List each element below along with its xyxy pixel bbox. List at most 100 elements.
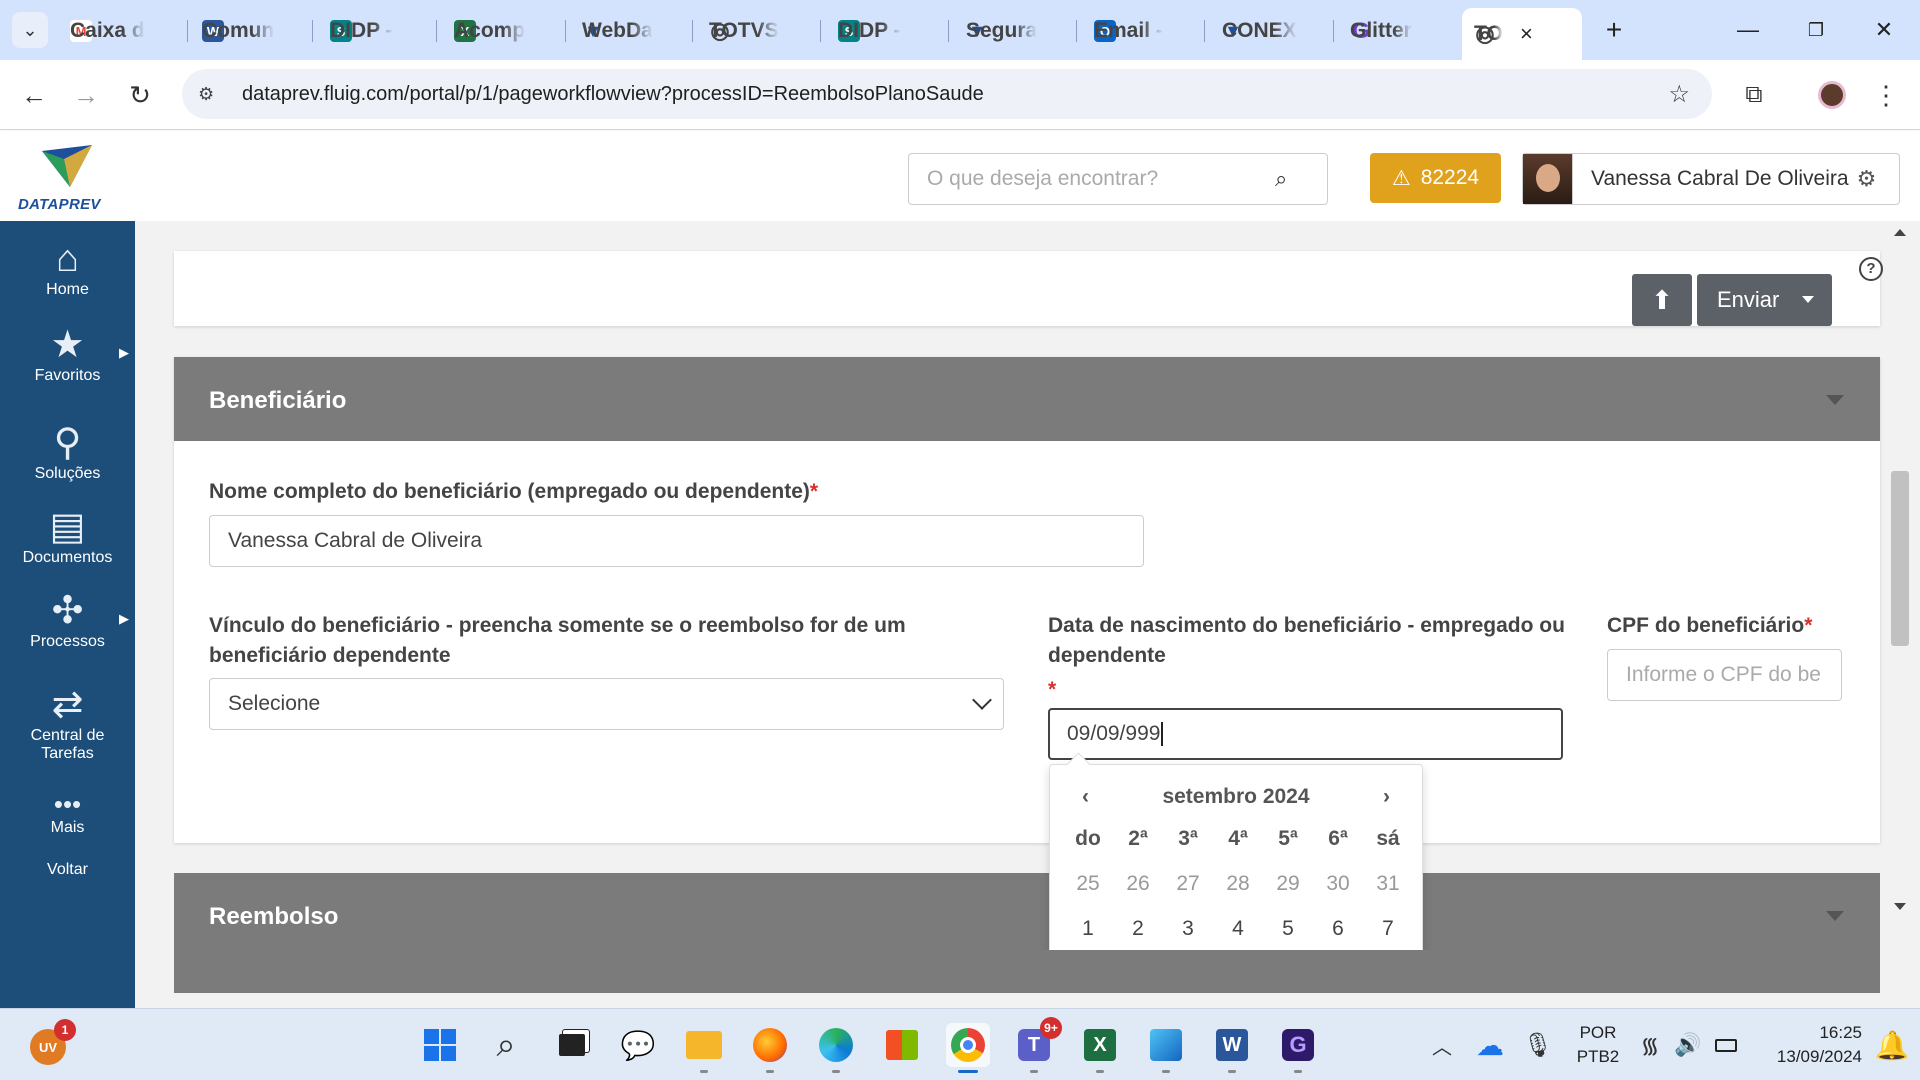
edge-button[interactable] [814, 1023, 858, 1073]
bookmark-star-icon[interactable]: ☆ [1668, 80, 1690, 109]
microphone-button[interactable]: 🎙 [1516, 1023, 1560, 1067]
extensions-button[interactable]: ⧉ [1732, 73, 1776, 117]
glitter-button[interactable]: G [1276, 1023, 1320, 1073]
help-icon[interactable]: ? [1859, 257, 1883, 281]
datepicker-day[interactable]: 5 [1263, 917, 1313, 941]
scroll-top-button[interactable]: ⬆ [1632, 274, 1692, 326]
caret-down-icon[interactable] [1802, 296, 1814, 303]
notifications-button[interactable]: 🔔 [1870, 1023, 1914, 1067]
collapse-chevron-icon[interactable] [1826, 911, 1844, 921]
datepicker-day[interactable]: 29 [1263, 872, 1313, 896]
cpf-input[interactable]: Informe o CPF do be [1607, 649, 1842, 701]
store-button[interactable] [880, 1023, 924, 1067]
datepicker-day[interactable]: 27 [1163, 872, 1213, 896]
browser-tab[interactable]: ◎ TOTVS [697, 10, 812, 52]
language-indicator[interactable]: POR PTB2 [1568, 1021, 1628, 1069]
clock[interactable]: 16:25 13/09/2024 [1752, 1021, 1862, 1069]
microphone-icon: 🎙 [1522, 1031, 1554, 1059]
word-button[interactable]: W [1210, 1023, 1254, 1073]
content-scrollbar[interactable] [1888, 221, 1912, 921]
alerts-button[interactable]: ⚠ 82224 [1370, 153, 1501, 203]
url-text[interactable]: dataprev.fluig.com/portal/p/1/pageworkfl… [242, 83, 984, 106]
datepicker-day[interactable]: 1 [1063, 917, 1113, 941]
datepicker-day[interactable]: 28 [1213, 872, 1263, 896]
browser-tab[interactable]: S DIDP - [826, 10, 941, 52]
datepicker-day[interactable]: 6 [1313, 917, 1363, 941]
close-window-button[interactable]: ✕ [1856, 10, 1912, 50]
start-button[interactable] [418, 1023, 462, 1067]
browser-tab[interactable]: X Acomp [442, 10, 562, 52]
datepicker-day[interactable]: 2 [1113, 917, 1163, 941]
firefox-button[interactable] [748, 1023, 792, 1073]
search-icon[interactable]: ⌕ [1275, 166, 1287, 192]
dataprev-logo[interactable]: DATAPREV [18, 143, 114, 213]
browser-tab[interactable]: G Glitter [1338, 10, 1456, 52]
nome-field[interactable]: Vanessa Cabral de Oliveira [209, 515, 1144, 567]
task-view-button[interactable] [550, 1023, 594, 1067]
datepicker-day[interactable]: 7 [1363, 917, 1413, 941]
browser-tab[interactable]: ▼ CONEX [1210, 10, 1330, 52]
onedrive-button[interactable]: ☁ [1468, 1023, 1512, 1067]
teams-button[interactable]: T 9+ [1012, 1017, 1062, 1073]
address-bar[interactable]: ⚙ dataprev.fluig.com/portal/p/1/pagework… [182, 69, 1712, 119]
scroll-thumb[interactable] [1891, 471, 1909, 646]
sidebar-item-solucoes[interactable]: ⚲ Soluções [0, 421, 135, 483]
user-widget-button[interactable]: UV 1 [26, 1019, 76, 1069]
battery-button[interactable] [1704, 1023, 1748, 1067]
datepicker-day[interactable]: 30 [1313, 872, 1363, 896]
browser-tab[interactable]: O Email - [1082, 10, 1202, 52]
restore-button[interactable]: ❐ [1788, 10, 1844, 50]
sidebar-item-favoritos[interactable]: ★ Favoritos ▶ [0, 323, 135, 385]
send-button[interactable]: Enviar [1697, 274, 1832, 326]
sidebar-item-documentos[interactable]: ▤ Documentos [0, 505, 135, 567]
browser-menu-button[interactable]: ⋮ [1864, 73, 1908, 117]
back-button[interactable]: ← [12, 73, 56, 117]
search-input[interactable] [909, 167, 1269, 191]
sidebar-item-voltar[interactable]: Voltar [0, 861, 135, 879]
reembolso-panel-header[interactable]: Reembolso [174, 873, 1880, 993]
new-tab-button[interactable]: + [1586, 10, 1642, 50]
sidebar-item-home[interactable]: ⌂ Home [0, 237, 135, 299]
beneficiario-panel-header[interactable]: Beneficiário [174, 357, 1880, 441]
sidebar-item-central-tarefas[interactable]: ⇄ Central de Tarefas [0, 683, 135, 763]
chrome-button[interactable] [946, 1023, 990, 1073]
browser-tab[interactable]: M Caixa d [58, 10, 198, 52]
search-icon: ⌕ [496, 1025, 516, 1064]
reload-button[interactable]: ↻ [118, 73, 162, 117]
user-menu[interactable]: Vanessa Cabral De Oliveira ⚙ [1522, 153, 1900, 205]
datepicker-day[interactable]: 3 [1163, 917, 1213, 941]
tab-search-button[interactable]: ⌄ [12, 12, 48, 48]
sidebar-item-label: Processos [30, 633, 105, 650]
vinculo-select[interactable]: Selecione [209, 678, 1004, 730]
file-explorer-button[interactable] [682, 1023, 726, 1073]
scroll-down-icon[interactable] [1894, 903, 1906, 910]
profile-button[interactable] [1810, 73, 1854, 117]
datepicker-month[interactable]: setembro 2024 [1050, 785, 1422, 809]
browser-tab-active[interactable]: ◎ TO × [1462, 8, 1582, 60]
excel-button[interactable]: X [1078, 1023, 1122, 1073]
scroll-up-icon[interactable] [1894, 229, 1906, 236]
datepicker-day[interactable]: 25 [1063, 872, 1113, 896]
minimize-button[interactable]: — [1720, 10, 1776, 50]
nascimento-date-input[interactable]: 09/09/999 [1048, 708, 1563, 760]
close-tab-icon[interactable]: × [1520, 21, 1533, 47]
tray-overflow-button[interactable]: ︿ [1420, 1023, 1464, 1067]
datepicker-day[interactable]: 26 [1113, 872, 1163, 896]
teams-chat-button[interactable]: 💬 [616, 1023, 660, 1067]
forward-button[interactable]: → [64, 73, 108, 117]
datepicker-day[interactable]: 4 [1213, 917, 1263, 941]
sidebar-item-processos[interactable]: ✣ Processos ▶ [0, 589, 135, 651]
datepicker-day[interactable]: 31 [1363, 872, 1413, 896]
sidebar-item-mais[interactable]: ••• Mais [0, 789, 135, 837]
taskbar-search-button[interactable]: ⌕ [484, 1023, 528, 1067]
browser-tab[interactable]: ▼ WebDa [570, 10, 680, 52]
datepicker-next-button[interactable]: › [1383, 785, 1390, 809]
site-info-icon[interactable]: ⚙ [198, 84, 228, 105]
browser-tab[interactable]: W Comun [190, 10, 310, 52]
gear-icon[interactable]: ⚙ [1857, 166, 1877, 192]
photos-button[interactable] [1144, 1023, 1188, 1073]
browser-tab[interactable]: ▼ Segura [954, 10, 1074, 52]
collapse-chevron-icon[interactable] [1826, 395, 1844, 405]
browser-tab[interactable]: S DIDP - [318, 10, 428, 52]
datepicker-prev-button[interactable]: ‹ [1082, 785, 1089, 809]
